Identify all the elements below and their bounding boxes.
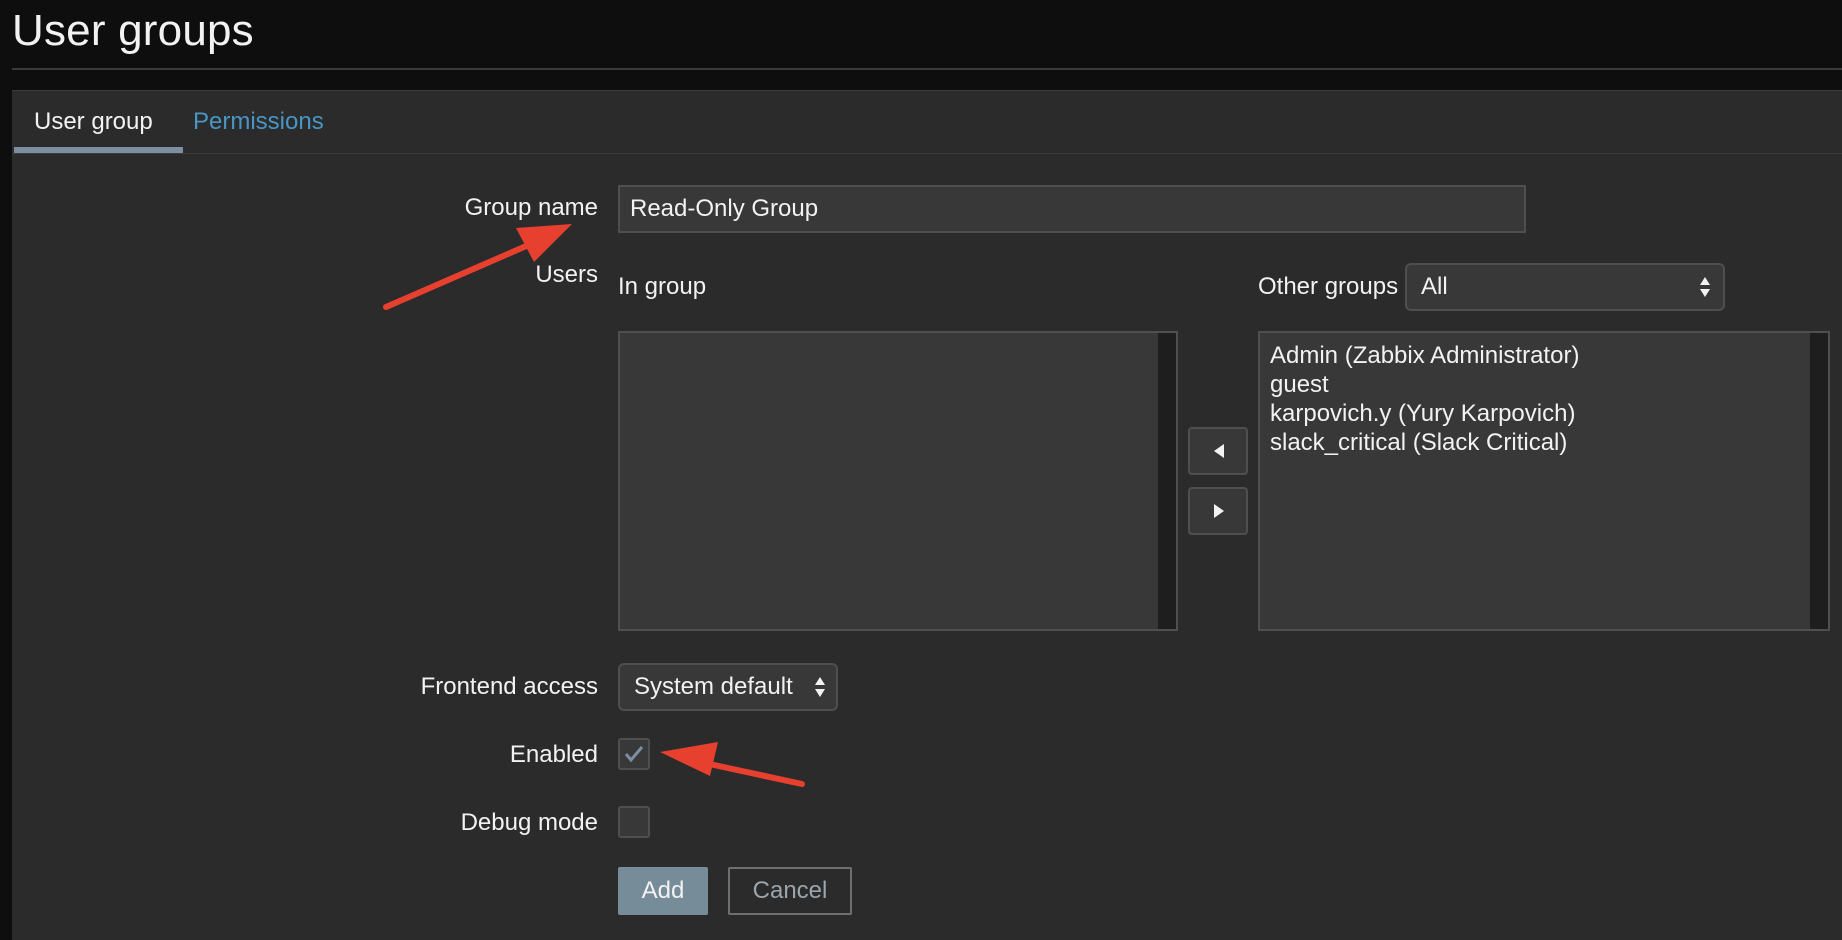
enabled-label: Enabled — [509, 741, 598, 768]
page-title: User groups — [12, 6, 254, 55]
frontend-access-label: Frontend access — [420, 673, 598, 700]
list-item-user[interactable]: karpovich.y (Yury Karpovich) — [1270, 399, 1828, 428]
checkmark-icon — [624, 746, 644, 763]
active-tab-indicator — [14, 147, 183, 153]
in-group-listbox[interactable] — [618, 331, 1178, 631]
arrow-right-icon — [1214, 504, 1224, 518]
header-divider — [12, 68, 1842, 70]
enabled-checkbox[interactable] — [618, 738, 650, 770]
tab-bar: User group Permissions — [12, 91, 1842, 154]
move-left-button[interactable] — [1188, 427, 1248, 475]
other-users-scrollbar[interactable] — [1810, 333, 1828, 629]
debug-mode-label: Debug mode — [460, 809, 598, 836]
list-item-user[interactable]: slack_critical (Slack Critical) — [1270, 428, 1828, 457]
list-item-user[interactable]: guest — [1270, 370, 1828, 399]
frontend-access-value: System default — [634, 673, 793, 700]
move-right-button[interactable] — [1188, 487, 1248, 535]
in-group-scrollbar[interactable] — [1158, 333, 1176, 629]
group-name-label: Group name — [464, 194, 598, 221]
other-groups-select[interactable]: All — [1405, 263, 1725, 311]
other-groups-label: Other groups — [1258, 273, 1399, 300]
page: User groups User group Permissions Group… — [0, 0, 1842, 940]
frontend-access-select[interactable]: System default — [618, 663, 838, 711]
add-button[interactable]: Add — [618, 867, 708, 915]
in-group-list — [620, 333, 1176, 341]
list-item-user[interactable]: Admin (Zabbix Administrator) — [1270, 341, 1828, 370]
form-panel: User group Permissions Group name Users … — [12, 90, 1842, 940]
debug-mode-checkbox[interactable] — [618, 806, 650, 838]
tab-user-group[interactable]: User group — [34, 108, 153, 136]
cancel-button[interactable]: Cancel — [728, 867, 852, 915]
select-updown-icon — [1700, 277, 1710, 297]
select-updown-icon — [815, 677, 825, 697]
group-name-input[interactable] — [618, 185, 1526, 233]
other-users-listbox[interactable]: Admin (Zabbix Administrator) guest karpo… — [1258, 331, 1830, 631]
users-label: Users — [535, 261, 598, 288]
other-users-list: Admin (Zabbix Administrator) guest karpo… — [1260, 333, 1828, 457]
other-groups-selected: All — [1421, 273, 1448, 300]
arrow-left-icon — [1214, 444, 1224, 458]
in-group-label: In group — [618, 273, 707, 300]
page-header: User groups — [0, 0, 1842, 70]
tab-permissions[interactable]: Permissions — [193, 108, 324, 136]
